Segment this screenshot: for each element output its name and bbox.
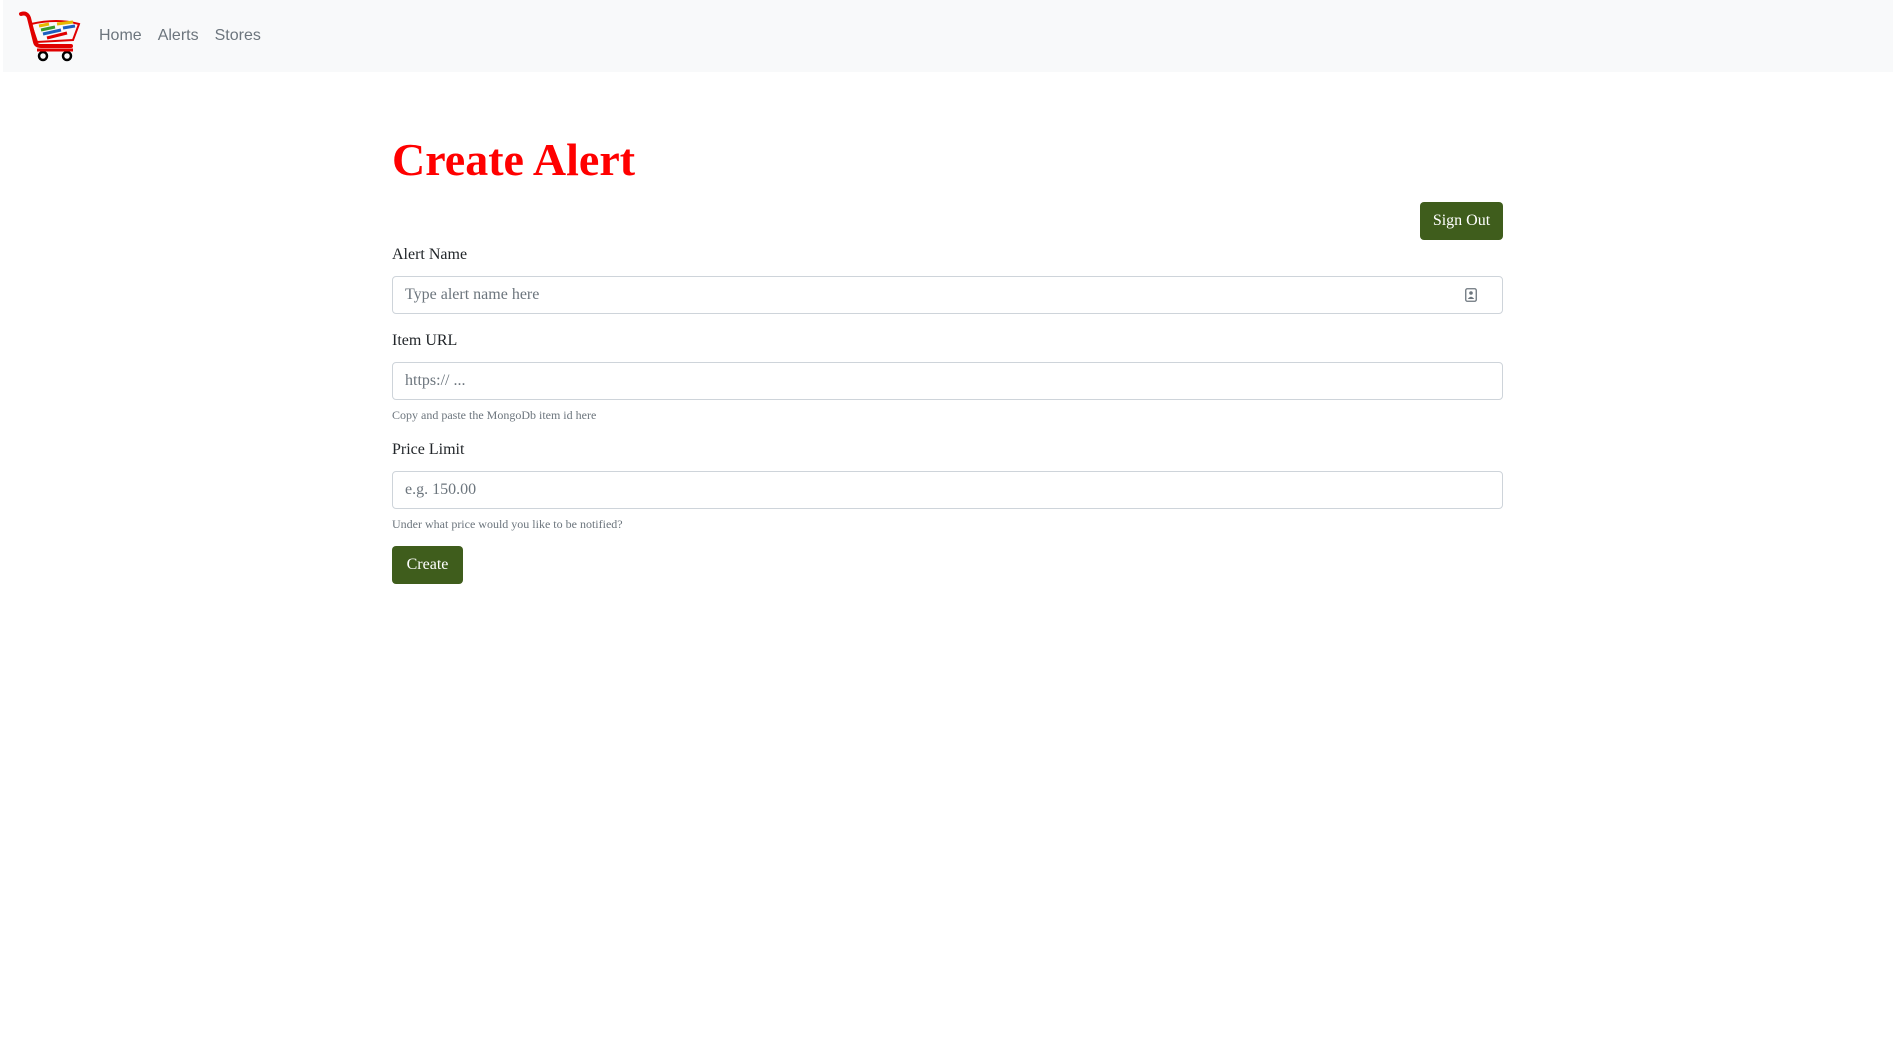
- item-url-help: Copy and paste the MongoDb item id here: [392, 408, 597, 422]
- nav-link-stores[interactable]: Stores: [215, 27, 261, 45]
- nav-link-alerts[interactable]: Alerts: [158, 27, 199, 45]
- alert-name-group: Alert Name: [392, 243, 1503, 314]
- price-limit-group: Price Limit Under what price would you l…: [392, 438, 1503, 533]
- price-limit-label: Price Limit: [392, 441, 465, 458]
- item-url-input[interactable]: [392, 362, 1503, 400]
- nav-link-home[interactable]: Home: [99, 27, 142, 45]
- item-url-label: Item URL: [392, 332, 458, 349]
- price-limit-input[interactable]: [392, 471, 1503, 509]
- autofill-contact-icon[interactable]: [1465, 288, 1477, 302]
- item-url-group: Item URL Copy and paste the MongoDb item…: [392, 329, 1503, 424]
- alert-name-input[interactable]: [392, 276, 1503, 314]
- nav-links: Home Alerts Stores: [99, 0, 277, 72]
- cart-logo-icon[interactable]: [17, 8, 81, 64]
- alert-name-wrap: [392, 276, 1503, 314]
- alert-name-label: Alert Name: [392, 246, 468, 263]
- price-limit-help: Under what price would you like to be no…: [392, 517, 623, 531]
- create-button[interactable]: Create: [392, 546, 463, 584]
- item-url-wrap: [392, 362, 1503, 400]
- sign-out-button[interactable]: Sign Out: [1420, 202, 1503, 240]
- page-title: Create Alert: [392, 134, 636, 185]
- top-navbar: Home Alerts Stores: [3, 0, 1893, 72]
- price-limit-wrap: [392, 471, 1503, 509]
